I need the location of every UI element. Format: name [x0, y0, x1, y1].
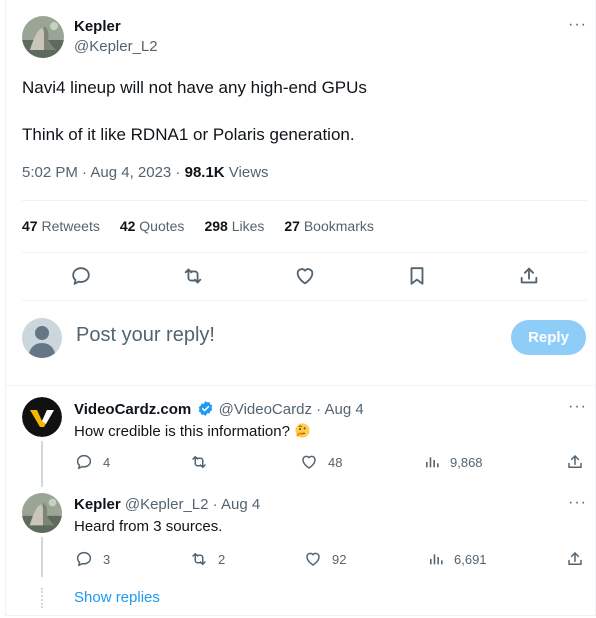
reply-views-action[interactable]: 9,868	[424, 453, 483, 471]
quotes-count: 42	[119, 218, 136, 234]
reply-comment-action[interactable]: 3	[75, 550, 110, 568]
divider	[22, 252, 587, 253]
reply-retweet-action[interactable]	[190, 453, 218, 471]
retweet-icon	[192, 456, 206, 468]
reply-author-handle[interactable]: @Kepler_L2	[125, 496, 209, 513]
verified-badge-icon	[199, 401, 213, 416]
bookmark-icon[interactable]	[406, 265, 428, 287]
retweets-stat[interactable]: 47 Retweets	[22, 218, 100, 234]
author-avatar[interactable]	[22, 16, 64, 58]
reply-avatar-videocardz[interactable]	[22, 397, 62, 437]
quotes-label: Quotes	[139, 218, 185, 234]
author-handle[interactable]: @Kepler_L2	[74, 38, 158, 55]
views-count: 98.1K	[184, 164, 225, 181]
divider	[22, 300, 587, 301]
view-count: 6,691	[454, 551, 487, 567]
like-count: 48	[328, 454, 343, 470]
reply-date[interactable]: Aug 4	[221, 496, 260, 513]
share-icon[interactable]	[566, 550, 584, 568]
bookmarks-count: 27	[284, 218, 300, 234]
tweet-action-bar	[0, 265, 596, 289]
more-icon[interactable]: ···	[568, 494, 587, 512]
reply-date[interactable]: Aug 4	[324, 401, 363, 418]
reply-input[interactable]: Post your reply!	[76, 324, 215, 347]
share-icon[interactable]	[518, 265, 540, 287]
divider	[22, 200, 587, 201]
bookmarks-label: Bookmarks	[303, 218, 374, 234]
views-icon	[426, 457, 439, 468]
heart-icon	[306, 552, 320, 566]
retweet-icon[interactable]	[182, 265, 204, 287]
reply-header: Kepler @Kepler_L2 · Aug 4	[74, 496, 260, 513]
quotes-stat[interactable]: 42 Quotes	[120, 218, 185, 234]
reply-sep: ·	[208, 496, 221, 513]
thread-more-connector	[41, 588, 43, 608]
reply-views-action[interactable]: 6,691	[428, 550, 487, 568]
retweet-icon	[192, 553, 206, 565]
share-icon[interactable]	[566, 453, 584, 471]
reply-text-body: How credible is this information?	[74, 423, 295, 440]
like-count: 92	[332, 551, 347, 567]
author-handle-row: @Kepler_L2	[74, 38, 158, 55]
comment-icon	[76, 454, 92, 470]
author-name[interactable]: Kepler	[74, 18, 121, 35]
thread-connector	[41, 537, 43, 577]
reply-button[interactable]: Reply	[511, 320, 586, 355]
reply-like-action[interactable]: 48	[300, 453, 342, 471]
reply-count: 3	[103, 551, 111, 567]
view-count: 9,868	[450, 454, 483, 470]
reply-author-name[interactable]: VideoCardz.com	[74, 401, 191, 418]
reply-author-handle[interactable]: @VideoCardz	[219, 401, 312, 418]
divider	[5, 385, 596, 386]
retweets-count: 47	[22, 218, 38, 234]
bookmarks-stat[interactable]: 27 Bookmarks	[284, 218, 374, 234]
more-icon[interactable]: ···	[568, 16, 587, 34]
views-label: Views	[224, 164, 269, 181]
author-header: Kepler	[74, 18, 121, 35]
more-icon[interactable]: ···	[568, 398, 587, 416]
tweet-timestamp[interactable]: 5:02 PM · Aug 4, 2023 ·	[22, 164, 185, 181]
reply-like-action[interactable]: 92	[304, 550, 346, 568]
tweet-text-line-1: Navi4 lineup will not have any high-end …	[22, 78, 367, 97]
tweet-meta: 5:02 PM · Aug 4, 2023 · 98.1K Views	[22, 164, 269, 181]
tweet-stats: 47 Retweets 42 Quotes 298 Likes 27 Bookm…	[22, 218, 374, 234]
reply-header: VideoCardz.com @VideoCardz · Aug 4	[74, 400, 364, 418]
tweet-text-line-2: Think of it like RDNA1 or Polaris genera…	[22, 125, 355, 144]
comment-icon[interactable]	[70, 265, 92, 287]
reply-text: Heard from 3 sources.	[74, 518, 223, 535]
heart-icon[interactable]	[294, 265, 316, 287]
likes-label: Likes	[231, 218, 265, 234]
reply-comment-action[interactable]: 4	[75, 453, 110, 471]
heart-icon	[302, 455, 316, 469]
likes-count: 298	[204, 218, 228, 234]
reply-text: How credible is this information?	[74, 422, 311, 440]
reply-count: 4	[103, 454, 111, 470]
show-replies-link[interactable]: Show replies	[74, 589, 160, 606]
reply-author-name[interactable]: Kepler	[74, 496, 121, 513]
reply-sep: ·	[311, 401, 325, 418]
thinking-face-icon	[295, 423, 310, 438]
likes-stat[interactable]: 298 Likes	[204, 218, 264, 234]
reply-retweet-action[interactable]: 2	[190, 550, 225, 568]
retweets-label: Retweets	[41, 218, 100, 234]
retweet-count: 2	[218, 551, 226, 567]
thread-connector	[41, 441, 43, 487]
user-avatar[interactable]	[22, 318, 62, 358]
reply-avatar-kepler[interactable]	[22, 493, 62, 533]
views-icon	[430, 554, 443, 565]
comment-icon	[76, 551, 92, 567]
